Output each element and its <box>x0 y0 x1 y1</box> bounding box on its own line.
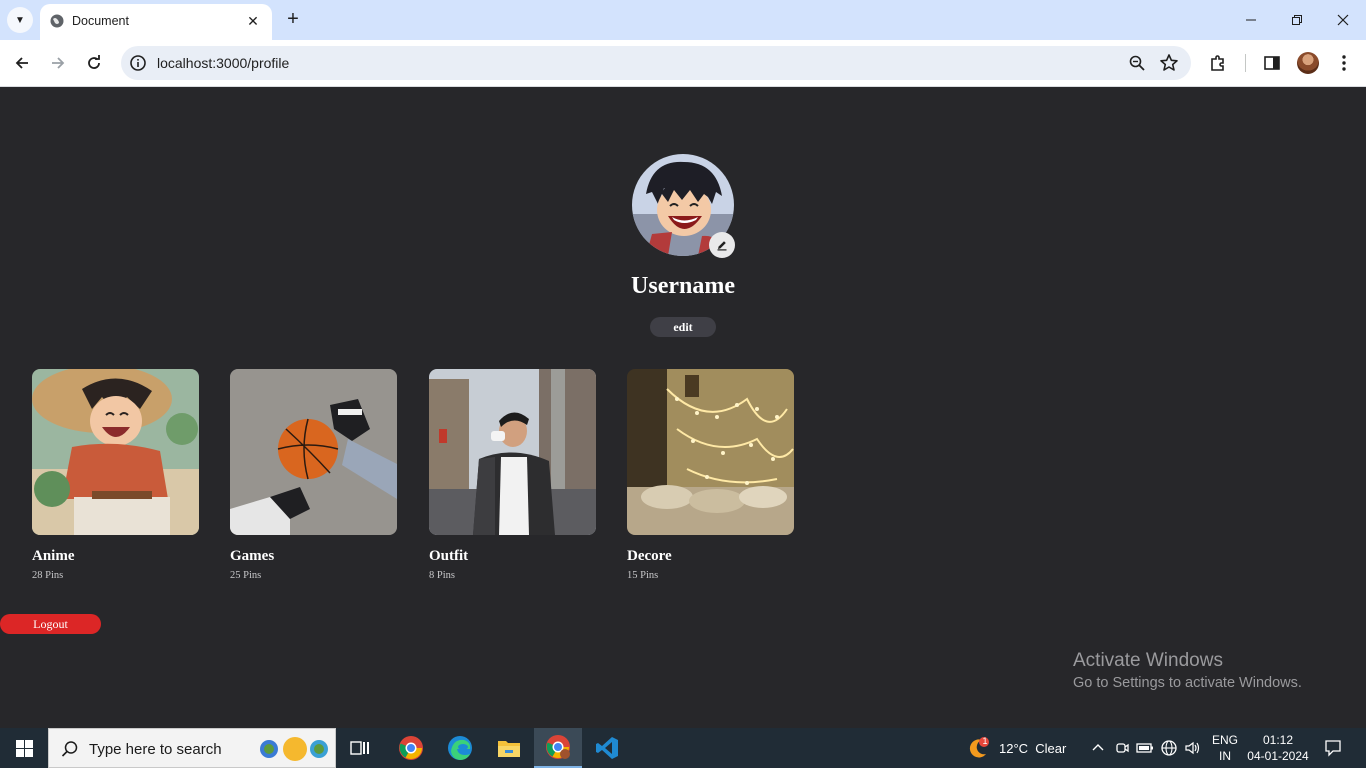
reload-button[interactable] <box>82 51 106 75</box>
side-panel-icon <box>1264 56 1280 70</box>
zoom-icon[interactable] <box>1128 54 1146 72</box>
forward-button[interactable] <box>46 51 70 75</box>
clock-time: 01:12 <box>1262 733 1294 747</box>
decore-cover-art <box>627 369 794 535</box>
taskbar-vscode[interactable] <box>583 728 631 768</box>
browser-toolbar: localhost:3000/profile <box>0 40 1366 87</box>
weather-text: 12°C Clear <box>999 740 1067 756</box>
chevron-up-icon[interactable] <box>1090 740 1106 756</box>
board-card-decore[interactable]: Decore 15 Pins <box>627 369 794 581</box>
outfit-cover-art <box>429 369 596 535</box>
kebab-menu-icon <box>1342 55 1346 71</box>
tab-search-button[interactable]: ▼ <box>7 7 33 33</box>
board-pin-count: 28 Pins <box>32 570 64 581</box>
windows-taskbar: Type here to search 1 12°C Clear ENG IN … <box>0 728 1366 768</box>
board-cover-image[interactable] <box>429 369 596 535</box>
task-view-button[interactable] <box>336 728 384 768</box>
edit-profile-button[interactable]: edit <box>650 317 716 337</box>
site-info-icon[interactable] <box>129 54 147 72</box>
taskbar-chrome-profile[interactable] <box>534 728 582 768</box>
profile-page: Username edit Anime 28 Pins Games 25 Pin… <box>0 87 1366 728</box>
back-button[interactable] <box>10 51 34 75</box>
board-cover-image[interactable] <box>627 369 794 535</box>
language-indicator[interactable]: ENG IN <box>1210 732 1240 764</box>
logout-button[interactable]: Logout <box>0 614 101 634</box>
board-pin-count: 15 Pins <box>627 570 659 581</box>
restore-button[interactable] <box>1274 0 1320 40</box>
weather-widget[interactable]: 1 12°C Clear <box>966 728 1066 768</box>
start-button[interactable] <box>0 728 48 768</box>
reload-icon <box>88 55 100 69</box>
notification-icon <box>1325 740 1341 757</box>
arrow-left-icon <box>15 57 28 69</box>
browser-profile-avatar[interactable] <box>1297 52 1319 74</box>
taskbar-clock[interactable]: 01:12 04-01-2024 <box>1244 732 1312 764</box>
network-globe-icon[interactable] <box>1160 739 1178 757</box>
chrome-icon <box>399 736 423 760</box>
close-icon <box>1337 14 1349 26</box>
close-window-button[interactable] <box>1320 0 1366 40</box>
taskbar-edge[interactable] <box>436 728 484 768</box>
address-bar[interactable]: localhost:3000/profile <box>121 46 1191 80</box>
chevron-down-icon: ▼ <box>15 14 25 26</box>
windows-logo-icon <box>15 739 33 757</box>
tab-title: Document <box>72 14 129 28</box>
search-placeholder: Type here to search <box>89 741 222 758</box>
browser-tabstrip: ▼ Document ✕ + <box>0 0 1366 40</box>
activate-windows-subtitle: Go to Settings to activate Windows. <box>1073 675 1302 691</box>
board-name: Games <box>230 548 275 564</box>
bookmark-star-icon[interactable] <box>1159 53 1179 73</box>
extensions-button[interactable] <box>1207 52 1229 74</box>
anime-cover-art <box>32 369 199 535</box>
volume-icon[interactable] <box>1184 740 1202 756</box>
taskbar-chrome[interactable] <box>387 728 435 768</box>
board-name: Anime <box>32 548 75 564</box>
language-code: ENG <box>1211 733 1238 747</box>
chrome-icon <box>546 735 570 759</box>
url-text[interactable]: localhost:3000/profile <box>157 55 289 71</box>
board-name: Outfit <box>429 548 469 564</box>
board-name: Decore <box>627 548 672 564</box>
taskbar-search-box[interactable]: Type here to search <box>48 728 336 768</box>
new-tab-button[interactable]: + <box>282 8 304 30</box>
globe-icon <box>50 14 64 28</box>
arrow-right-icon <box>52 57 65 69</box>
browser-menu-button[interactable] <box>1333 52 1355 74</box>
battery-icon[interactable] <box>1136 740 1154 756</box>
games-cover-art <box>230 369 397 535</box>
pencil-icon <box>717 241 727 251</box>
taskbar-file-explorer[interactable] <box>485 728 533 768</box>
side-panel-button[interactable] <box>1261 52 1283 74</box>
board-pin-count: 25 Pins <box>230 570 262 581</box>
edit-profile-picture-button[interactable] <box>709 232 735 258</box>
folder-icon <box>498 741 520 757</box>
toolbar-divider <box>1245 54 1246 72</box>
board-pin-count: 8 Pins <box>429 570 455 581</box>
minimize-button[interactable] <box>1228 0 1274 40</box>
activate-windows-watermark: Activate Windows Go to Settings to activ… <box>1073 650 1302 691</box>
edge-icon <box>448 736 472 760</box>
puzzle-icon <box>1211 55 1224 71</box>
region-code: IN <box>1219 749 1231 763</box>
browser-tab[interactable]: Document ✕ <box>40 4 272 40</box>
board-cover-image[interactable] <box>230 369 397 535</box>
board-card-anime[interactable]: Anime 28 Pins <box>32 369 199 581</box>
search-highlight-icon <box>260 737 328 761</box>
close-tab-icon[interactable]: ✕ <box>244 12 262 30</box>
task-view-icon <box>350 741 369 755</box>
vscode-icon <box>596 737 618 759</box>
restore-icon <box>1292 15 1302 25</box>
board-card-outfit[interactable]: Outfit 8 Pins <box>429 369 596 581</box>
notifications-button[interactable] <box>1318 736 1348 760</box>
profile-username: Username <box>631 273 735 299</box>
weather-badge: 1 <box>982 736 988 746</box>
meet-now-icon[interactable] <box>1114 740 1130 756</box>
board-cover-image[interactable] <box>32 369 199 535</box>
search-icon <box>61 741 78 757</box>
minimize-icon <box>1246 19 1256 21</box>
activate-windows-title: Activate Windows <box>1073 650 1223 671</box>
system-tray <box>1090 728 1202 768</box>
board-card-games[interactable]: Games 25 Pins <box>230 369 397 581</box>
clock-date: 04-01-2024 <box>1247 749 1309 763</box>
